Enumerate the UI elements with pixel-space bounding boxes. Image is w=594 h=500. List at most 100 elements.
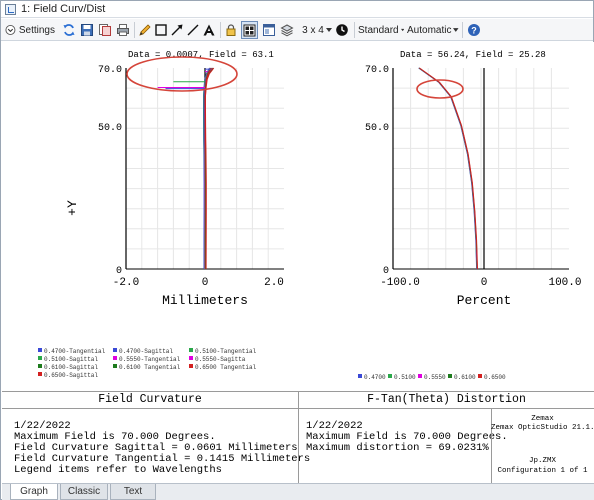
draw-arrow-button[interactable] — [169, 21, 185, 39]
legend-label: 0.5550-Tangential — [119, 356, 181, 363]
help-button[interactable]: ? — [466, 21, 482, 39]
right-x-tick-zero: 0 — [481, 277, 488, 289]
legend-label: 0.6100 Tangential — [119, 364, 181, 371]
left-y-tick-0: 0 — [116, 266, 122, 277]
legend-swatch — [113, 348, 117, 352]
history-button[interactable] — [334, 21, 350, 39]
scale-dropdown[interactable]: Automatic — [407, 21, 459, 39]
left-y-axis-title: +Y — [65, 200, 80, 216]
field-curvature-heading: Field Curvature — [2, 392, 298, 409]
clock-icon — [336, 24, 348, 36]
legend-swatch — [388, 374, 392, 378]
layout-grid-button[interactable] — [241, 21, 258, 39]
draw-line-button[interactable] — [185, 21, 201, 39]
window-title: 1: Field Curv/Dist — [21, 3, 106, 15]
chevron-circle-icon — [5, 25, 16, 35]
arrow-icon — [171, 24, 183, 36]
style-label: Standard — [358, 24, 399, 36]
lock-icon — [226, 24, 236, 36]
help-icon: ? — [468, 24, 480, 36]
field-curv-dist-window: 1: Field Curv/Dist Settings 3 x 4 Standa… — [0, 0, 594, 500]
legend-label: 0.4700-Tangential — [44, 348, 106, 355]
tab-graph[interactable]: Graph — [10, 484, 58, 500]
legend-label: 0.6500 — [484, 374, 506, 381]
product-version: Zemax OpticStudio 21.1.2 — [491, 424, 594, 432]
legend-swatch — [38, 372, 42, 376]
info-panels: Field Curvature F-Tan(Theta) Distortion … — [2, 391, 594, 484]
legend-swatch — [38, 356, 42, 360]
distortion-plot: Data = 56.24, Field = 25.28 70.0 50.0 0 … — [358, 50, 582, 381]
style-dropdown[interactable]: Standard — [358, 21, 404, 39]
legend-label: 0.5100-Tangential — [195, 348, 257, 355]
legend-swatch — [38, 348, 42, 352]
left-x-tick-min: -2.0 — [113, 277, 139, 289]
draw-pencil-button[interactable] — [137, 21, 153, 39]
right-grid — [393, 68, 569, 269]
legend-swatch — [113, 364, 117, 368]
right-x-axis-title: Percent — [457, 293, 512, 308]
copy-button[interactable] — [97, 21, 113, 39]
line-icon — [187, 24, 199, 36]
distortion-heading: F-Tan(Theta) Distortion — [299, 392, 594, 409]
legend-swatch — [189, 348, 193, 352]
copy-image-icon — [99, 24, 111, 36]
lock-axes-button[interactable] — [223, 21, 239, 39]
dropdown-arrow-icon — [325, 28, 332, 32]
layers-icon — [280, 24, 294, 37]
window-layout-icon — [263, 24, 275, 36]
tab-classic[interactable]: Classic — [60, 484, 108, 500]
tab-text[interactable]: Text — [110, 484, 156, 500]
window-layout-button[interactable] — [261, 21, 277, 39]
left-x-tick-zero: 0 — [202, 277, 209, 289]
layout-size-dropdown[interactable]: 3 x 4 — [301, 21, 333, 39]
right-legend: 0.4700 0.5100 0.5550 0.6100 0.6500 — [358, 374, 506, 381]
save-button[interactable] — [79, 21, 95, 39]
field-curvature-distortion-plots: Data = 0.0007, Field = 63.1 +Y 70.0 50.0… — [38, 50, 582, 381]
refresh-icon — [63, 24, 75, 36]
draw-rectangle-button[interactable] — [153, 21, 169, 39]
file-name: Jp.ZMX — [528, 457, 556, 465]
title-bar: 1: Field Curv/Dist — [1, 1, 593, 18]
svg-text:?: ? — [471, 26, 477, 36]
grid-layout-icon — [243, 24, 256, 36]
legend-swatch — [189, 364, 193, 368]
legend-label: 0.4700 — [364, 374, 386, 381]
left-x-axis-title: Millimeters — [162, 293, 248, 308]
refresh-button[interactable] — [61, 21, 77, 39]
legend-label: 0.5550-Sagitta — [195, 356, 246, 363]
print-button[interactable] — [115, 21, 131, 39]
legend-swatch — [358, 374, 362, 378]
left-y-tick-50: 50.0 — [98, 123, 122, 134]
legend-label: 0.6500-Sagittal — [44, 372, 98, 379]
legend-swatch — [113, 356, 117, 360]
legend-label: 0.6100 — [454, 374, 476, 381]
chart-window-icon — [5, 4, 16, 15]
settings-button[interactable]: Settings — [5, 21, 55, 39]
right-x-tick-max: 100.0 — [548, 277, 581, 289]
layout-size-label: 3 x 4 — [302, 24, 324, 36]
left-x-tick-max: 2.0 — [264, 277, 284, 289]
settings-label: Settings — [18, 24, 55, 36]
left-legend: 0.4700-Tangential 0.4700-Sagittal 0.5100-T… — [38, 348, 257, 379]
legend-label: 0.5550 — [424, 374, 446, 381]
configuration: Configuration 1 of 1 — [497, 467, 588, 475]
distortion-max-distortion: Maximum distortion = 69.0231% — [306, 442, 489, 454]
right-y-tick-50: 50.0 — [365, 123, 389, 134]
field-curvature-plot: Data = 0.0007, Field = 63.1 +Y 70.0 50.0… — [38, 50, 284, 379]
legend-swatch — [189, 356, 193, 360]
legend-swatch — [38, 364, 42, 368]
legend-label: 0.6100-Sagittal — [44, 364, 98, 371]
legend-swatch — [478, 374, 482, 378]
floppy-disk-icon — [81, 24, 93, 36]
draw-text-button[interactable] — [201, 21, 217, 39]
plot-area: Data = 0.0007, Field = 63.1 +Y 70.0 50.0… — [2, 42, 594, 391]
dropdown-arrow-icon — [453, 28, 459, 32]
right-y-tick-70: 70.0 — [365, 65, 389, 76]
right-x-tick-min: -100.0 — [380, 277, 420, 289]
dropdown-arrow-icon — [400, 28, 404, 32]
scale-label: Automatic — [407, 24, 452, 36]
field-curvature-legend-note: Legend items refer to Wavelengths — [14, 464, 222, 476]
legend-label: 0.4700-Sagittal — [119, 348, 173, 355]
layers-button[interactable] — [279, 21, 295, 39]
toolbar: Settings 3 x 4 Standard Automatic ? — [1, 19, 593, 41]
